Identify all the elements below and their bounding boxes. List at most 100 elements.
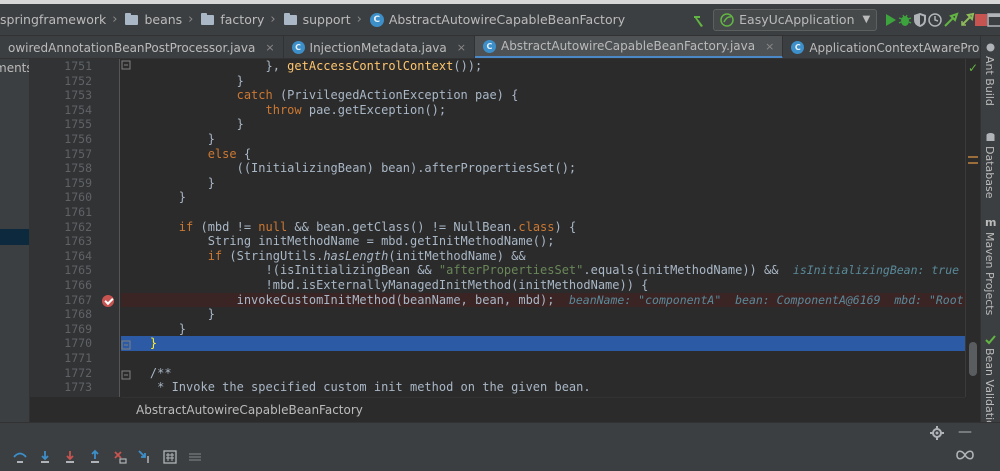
scrollbar-thumb[interactable]: [969, 342, 977, 376]
line-number: 1762: [64, 219, 92, 234]
debug-bug-icon[interactable]: [897, 4, 913, 35]
right-tool-strip: Ant Build Database m Maven Projects Bean…: [980, 36, 1000, 434]
tab-abstract-autowire[interactable]: C AbstractAutowireCapableBeanFactory.jav…: [474, 36, 784, 58]
tab-application-context-aware[interactable]: C ApplicationContextAwareProcessor.java …: [783, 36, 980, 58]
breadcrumb-springframework[interactable]: springframework ›: [0, 4, 121, 35]
code-line: ((InitializingBean) bean).afterPropertie…: [121, 161, 577, 176]
gear-icon[interactable]: [930, 426, 944, 440]
breadcrumb-support[interactable]: support ›: [280, 4, 366, 35]
tool-database[interactable]: Database: [983, 146, 996, 199]
coverage-shield-icon[interactable]: [913, 4, 927, 35]
run-to-cursor-icon[interactable]: [135, 447, 155, 467]
code-row: }: [121, 117, 965, 132]
line-number: 1765: [64, 263, 92, 278]
navigation-bar: springframework › beans › factory › supp…: [0, 4, 1000, 36]
chevron-down-icon: ▼: [862, 14, 871, 25]
step-into-icon[interactable]: [35, 447, 55, 467]
breadcrumb-label: factory: [220, 12, 265, 27]
code-row: }: [121, 322, 965, 337]
spring-boot-icon: [720, 12, 734, 27]
line-number: 1756: [64, 132, 92, 146]
stop-icon[interactable]: [975, 4, 988, 35]
profile-icon[interactable]: [927, 4, 943, 35]
reload-icon[interactable]: [959, 4, 975, 35]
debug-inline-value: beanName: "componentA" bean: ComponentA@…: [568, 292, 965, 307]
line-number: 1770: [64, 336, 92, 351]
folder-icon: [125, 12, 139, 25]
code-row: !mbd.isExternallyManagedInitMethod(initM…: [121, 278, 965, 293]
line-number: 1769: [64, 321, 92, 336]
breadcrumb-class[interactable]: C AbstractAutowireCapableBeanFactory: [366, 4, 629, 35]
close-icon[interactable]: ×: [457, 41, 466, 54]
warning-mark[interactable]: [968, 156, 978, 158]
code-line: * Invoke the specified custom init metho…: [121, 380, 591, 395]
breadcrumb-beans[interactable]: beans ›: [121, 4, 197, 35]
tab-injection-metadata[interactable]: C InjectionMetadata.java ×: [284, 36, 475, 58]
checkmark-icon: ✓: [968, 61, 979, 75]
run-icon[interactable]: [885, 4, 897, 35]
close-icon[interactable]: ×: [765, 40, 774, 53]
debug-panel-header: —: [0, 422, 1000, 442]
code-row: catch (PrivilegedActionException pae) {: [121, 88, 965, 103]
line-number: 1764: [64, 248, 92, 263]
close-icon[interactable]: ×: [265, 41, 274, 54]
debug-toolbar: [0, 442, 1000, 471]
fold-marker-icon[interactable]: [121, 60, 131, 70]
line-number: 1759: [64, 175, 92, 190]
drop-frame-icon[interactable]: [110, 447, 130, 467]
code-line: }: [121, 321, 187, 336]
breadcrumb-factory[interactable]: factory ›: [197, 4, 279, 35]
code-line: invokeCustomInitMethod(beanName, bean, m…: [121, 293, 965, 308]
run-configuration-select[interactable]: EasyUcApplication ▼: [713, 8, 878, 31]
code-row: ((InitializingBean) bean).afterPropertie…: [121, 161, 965, 176]
code-line: }: [121, 132, 215, 146]
chevron-right-icon: ›: [356, 12, 362, 27]
code-line: if (mbd != null && bean.getClass() != Nu…: [178, 219, 577, 234]
warning-mark[interactable]: [968, 162, 978, 164]
editor-tab-bar: owiredAnnotationBeanPostProcessor.java ×…: [0, 36, 980, 59]
line-number: 1766: [64, 278, 92, 292]
folder-icon: [283, 12, 297, 25]
tool-bean-validation[interactable]: Bean Validation: [983, 348, 996, 434]
debug-inline-value: isInitializingBean: true: [792, 263, 960, 278]
trace-icon[interactable]: [185, 447, 205, 467]
evaluate-expression-icon[interactable]: [160, 447, 180, 467]
line-number: 1760: [64, 190, 92, 205]
project-structure-icon[interactable]: [987, 4, 1000, 35]
code-line: }: [121, 175, 215, 190]
chevron-right-icon: ›: [112, 12, 118, 27]
fold-marker-icon[interactable]: [121, 340, 131, 350]
line-number: 1753: [64, 88, 92, 103]
code-line: !(isInitializingBean && "afterProperties…: [121, 263, 960, 278]
code-row: if (mbd != null && bean.getClass() != Nu…: [121, 220, 965, 235]
line-number-gutter: 1751 1752 1753 1754 1755 1756 1757 1758 1759 1760…: [30, 59, 120, 397]
code-line: }: [121, 73, 244, 88]
code-line: }, getAccessControlContext());: [121, 59, 483, 73]
ant-build-icon: [986, 43, 995, 52]
editor-breadcrumb: AbstractAutowireCapableBeanFactory: [121, 397, 965, 422]
tool-maven-projects[interactable]: Maven Projects: [983, 232, 996, 315]
tab-label: ApplicationContextAwareProcessor.java: [809, 40, 980, 55]
force-step-into-icon[interactable]: [60, 447, 80, 467]
line-number: 1757: [64, 146, 92, 161]
breakpoint-icon[interactable]: [102, 295, 114, 307]
code-line: catch (PrivilegedActionException pae) {: [236, 88, 519, 103]
code-line: }: [121, 307, 215, 322]
tab-autowired-annotation[interactable]: owiredAnnotationBeanPostProcessor.java ×: [0, 36, 284, 58]
code-line: if (StringUtils.hasLength(initMethodName…: [207, 248, 526, 263]
code-row: if (StringUtils.hasLength(initMethodName…: [121, 249, 965, 264]
code-editor[interactable]: }, getAccessControlContext()); } catch (…: [121, 59, 965, 397]
breadcrumb-label[interactable]: AbstractAutowireCapableBeanFactory: [136, 403, 363, 417]
step-over-icon[interactable]: [10, 447, 30, 467]
selected-item[interactable]: [0, 229, 29, 245]
minimize-icon[interactable]: —: [958, 424, 972, 440]
fold-marker-icon[interactable]: [121, 370, 131, 380]
step-out-icon[interactable]: [85, 447, 105, 467]
hot-swap-icon[interactable]: [943, 4, 959, 35]
bean-validation-icon: [985, 335, 996, 345]
code-row: }, getAccessControlContext());: [121, 59, 965, 74]
tool-ant-build[interactable]: Ant Build: [983, 56, 996, 106]
build-hammer-icon[interactable]: [691, 4, 707, 35]
infinity-icon[interactable]: [955, 448, 975, 465]
code-row: }: [121, 132, 965, 147]
